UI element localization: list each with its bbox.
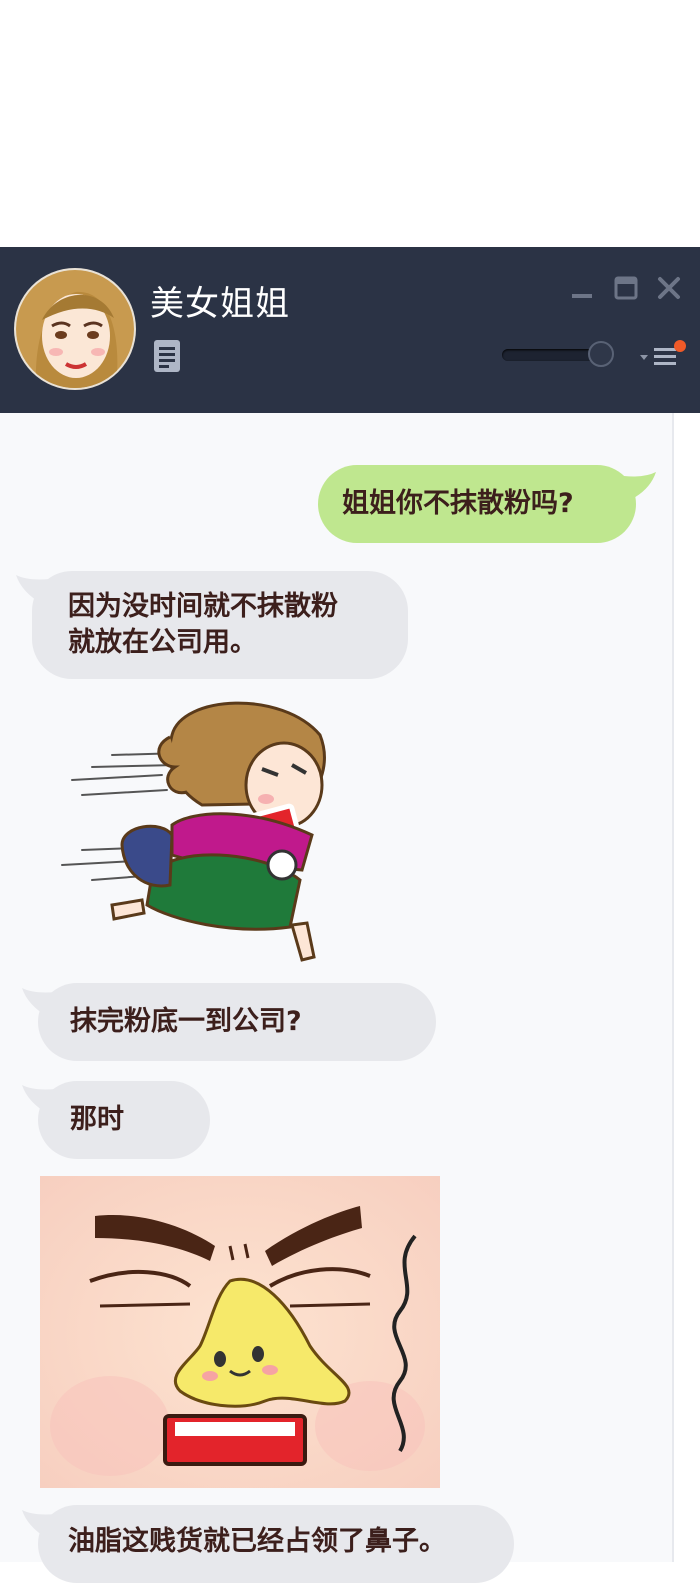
chat-scrollbar[interactable] xyxy=(672,413,700,1562)
close-icon[interactable] xyxy=(655,274,683,302)
message-text: 油脂这贱货就已经占领了鼻子。 xyxy=(68,1526,446,1557)
oily-nose-face-image[interactable] xyxy=(40,1176,440,1488)
message-text-line: 因为没时间就不抹散粉 xyxy=(68,591,338,622)
notification-dot xyxy=(674,340,686,352)
minimize-icon[interactable] xyxy=(568,274,596,302)
maximize-icon[interactable] xyxy=(612,274,640,302)
menu-dropdown-icon[interactable] xyxy=(636,338,686,372)
message-bubble-received[interactable]: 抹完粉底一到公司? xyxy=(38,983,436,1061)
blank-top-area xyxy=(0,0,700,247)
message-text-line: 就放在公司用。 xyxy=(68,627,257,658)
message-bubble-received[interactable]: 油脂这贱货就已经占领了鼻子。 xyxy=(38,1505,514,1583)
message-bubble-sent[interactable]: 姐姐你不抹散粉吗? xyxy=(318,465,636,543)
message-text: 抹完粉底一到公司? xyxy=(70,1006,302,1037)
volume-slider-knob[interactable] xyxy=(588,341,614,367)
message-text: 姐姐你不抹散粉吗? xyxy=(342,488,574,519)
contact-name: 美女姐姐 xyxy=(150,284,290,324)
message-bubble-received[interactable]: 那时 xyxy=(38,1081,210,1159)
document-icon[interactable] xyxy=(152,338,184,374)
running-girl-sticker[interactable] xyxy=(52,695,352,975)
message-bubble-received[interactable]: 因为没时间就不抹散粉 就放在公司用。 xyxy=(32,571,408,679)
message-text: 那时 xyxy=(70,1104,124,1135)
contact-avatar[interactable] xyxy=(16,270,134,388)
